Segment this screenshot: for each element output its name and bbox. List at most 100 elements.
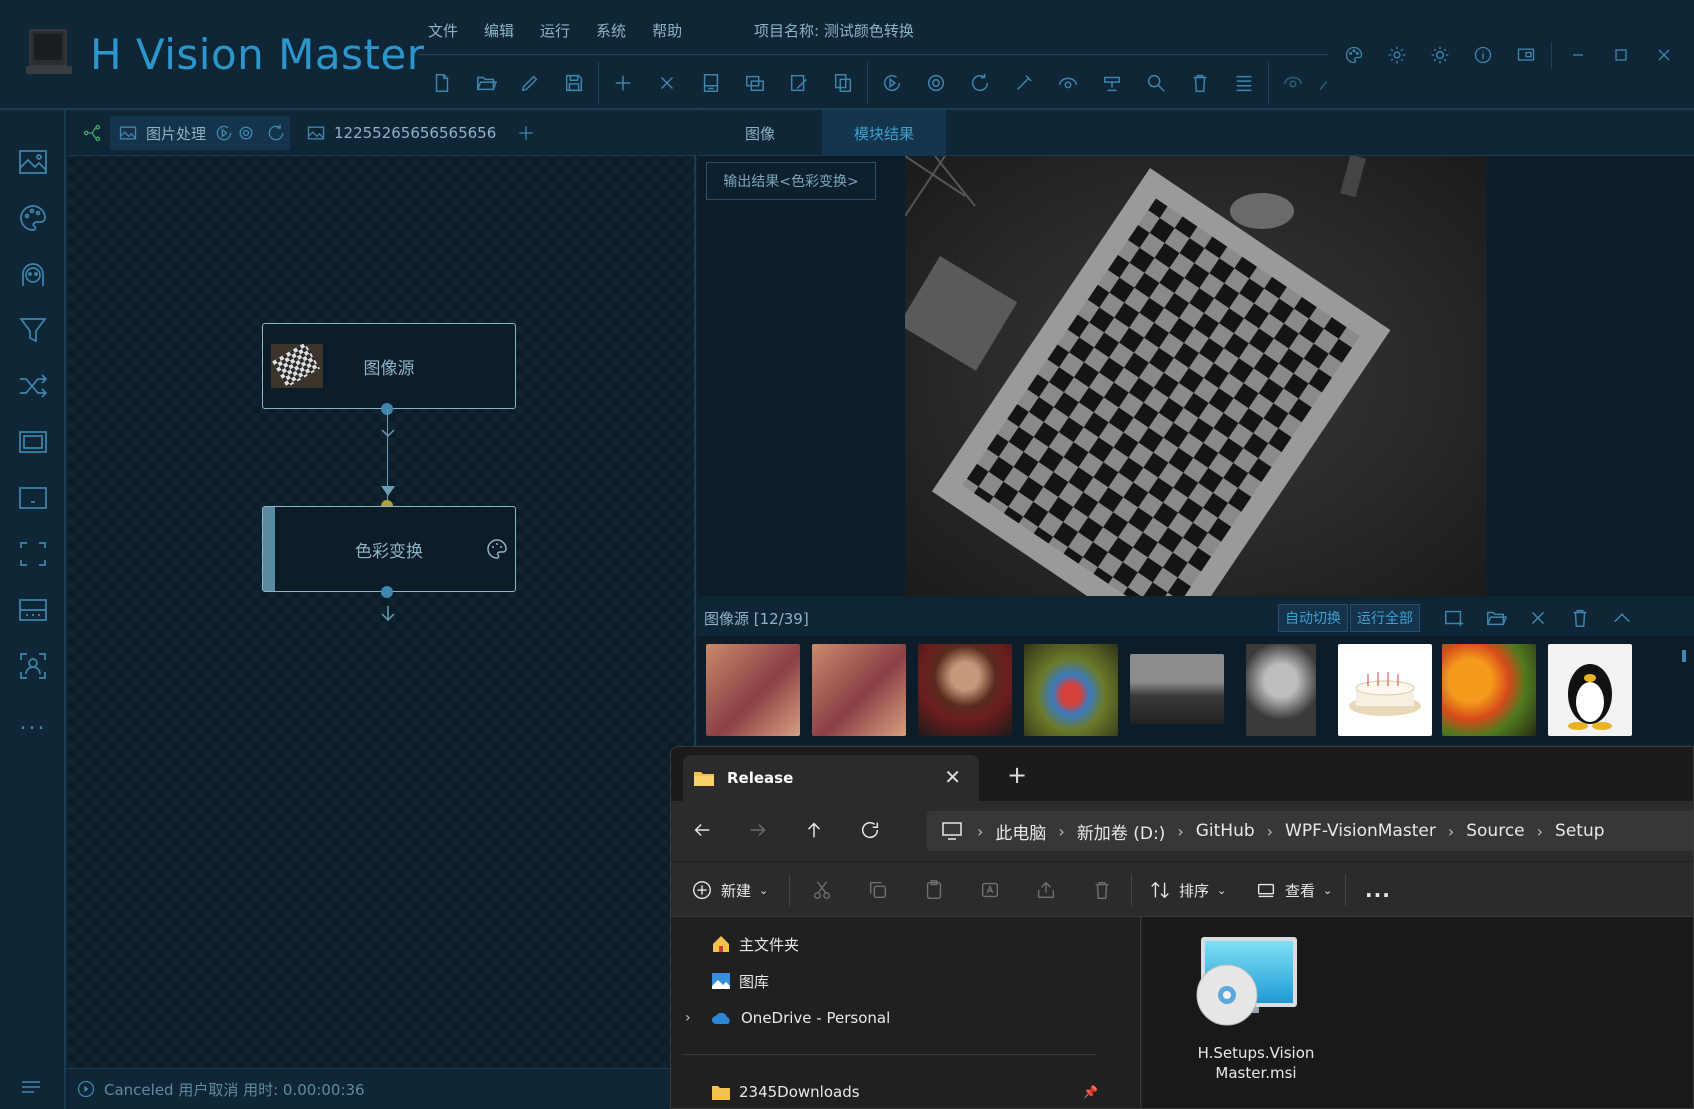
run-once-icon[interactable] — [870, 66, 914, 100]
more-options-button[interactable]: ... — [1365, 874, 1391, 906]
list-icon[interactable] — [1222, 66, 1266, 100]
shuffle-icon[interactable] — [13, 366, 53, 406]
close-icon[interactable] — [1642, 38, 1685, 72]
frame-icon[interactable] — [13, 422, 53, 462]
breadcrumb-item[interactable]: Source — [1454, 821, 1536, 841]
tab-image[interactable]: 图像 — [698, 110, 822, 156]
record-icon[interactable] — [914, 66, 958, 100]
edit-icon[interactable] — [508, 66, 552, 100]
tool-icon[interactable] — [1002, 66, 1046, 100]
collapse-icon[interactable] — [1608, 604, 1636, 632]
breadcrumb-item[interactable]: Setup — [1543, 821, 1616, 841]
thumbnail-scrollbar[interactable] — [1682, 644, 1688, 736]
image-icon[interactable] — [13, 142, 53, 182]
new-tab-icon[interactable]: + — [1007, 761, 1027, 789]
maximize-icon[interactable] — [1599, 38, 1642, 72]
close-icon[interactable] — [1524, 604, 1552, 632]
module-icon[interactable] — [689, 66, 733, 100]
edit-module-icon[interactable] — [777, 66, 821, 100]
view-icon[interactable] — [1046, 66, 1090, 100]
thumbnail-dog[interactable] — [1246, 644, 1316, 736]
palette-icon[interactable] — [13, 198, 53, 238]
auto-switch-button[interactable]: 自动切换 — [1278, 604, 1348, 632]
thumbnail-landscape[interactable] — [1130, 654, 1224, 724]
loop-icon[interactable] — [258, 116, 294, 150]
flow-overview-icon[interactable] — [74, 116, 110, 150]
more-icon[interactable]: ... — [13, 702, 53, 742]
thumbnail-lena-2[interactable] — [812, 644, 906, 736]
thumbnail-lena-1[interactable] — [706, 644, 800, 736]
copy-icon[interactable] — [821, 66, 865, 100]
nav-item-downloads[interactable]: 2345Downloads — [711, 1077, 860, 1107]
copy-icon[interactable] — [867, 874, 889, 906]
thumbnail-woman-portrait[interactable] — [918, 644, 1012, 736]
close-tab-icon[interactable]: ✕ — [944, 765, 961, 789]
forward-icon[interactable] — [743, 815, 773, 845]
back-icon[interactable] — [687, 815, 717, 845]
new-file-icon[interactable] — [420, 66, 464, 100]
paste-icon[interactable] — [923, 874, 945, 906]
nav-item-home[interactable]: 主文件夹 — [711, 929, 799, 959]
cut-icon[interactable] — [811, 874, 833, 906]
node-color-transform[interactable]: 色彩变换 — [262, 506, 516, 592]
menu-run[interactable]: 运行 — [540, 20, 570, 42]
grid-icon[interactable] — [13, 590, 53, 630]
person-scan-icon[interactable] — [13, 646, 53, 686]
filter-icon[interactable] — [13, 310, 53, 350]
new-button[interactable]: 新建 ⌄ — [691, 874, 768, 906]
delete-icon[interactable] — [645, 66, 689, 100]
thumbnail-mandrill[interactable] — [1024, 644, 1118, 736]
output-port[interactable] — [381, 586, 393, 598]
add-image-icon[interactable] — [1440, 604, 1468, 632]
trash-icon[interactable] — [1178, 66, 1222, 100]
palette-icon[interactable] — [1332, 38, 1375, 72]
file-item-msi[interactable]: H.Setups.Vision Master.msi — [1171, 933, 1321, 1083]
breadcrumb[interactable]: › 此电脑 › 新加卷 (D:) › GitHub › WPF-VisionMa… — [927, 811, 1693, 851]
minimize-icon[interactable] — [1556, 38, 1599, 72]
panel-icon[interactable] — [13, 478, 53, 518]
open-folder-icon[interactable] — [1482, 604, 1510, 632]
face-icon[interactable] — [13, 254, 53, 294]
breadcrumb-item[interactable]: 新加卷 (D:) — [1065, 819, 1178, 844]
node-image-source[interactable]: 图像源 — [262, 323, 516, 409]
menu-system[interactable]: 系统 — [596, 20, 626, 42]
eye-icon[interactable] — [1271, 66, 1315, 100]
loop-icon[interactable] — [958, 66, 1002, 100]
breadcrumb-item[interactable]: GitHub — [1184, 821, 1267, 841]
info-icon[interactable] — [1461, 38, 1504, 72]
refresh-icon[interactable] — [855, 815, 885, 845]
gear-icon[interactable] — [1375, 38, 1418, 72]
search-icon[interactable] — [1134, 66, 1178, 100]
settings-module-icon[interactable] — [1090, 66, 1134, 100]
breadcrumb-item[interactable]: 此电脑 — [983, 819, 1058, 844]
thumbnail-fruits[interactable] — [1442, 644, 1536, 736]
display-icon[interactable] — [1504, 38, 1547, 72]
breadcrumb-item[interactable]: WPF-VisionMaster — [1273, 821, 1448, 841]
tab-module-result[interactable]: 模块结果 — [822, 110, 946, 156]
pin-icon[interactable]: 📌 — [1083, 1085, 1098, 1099]
sort-button[interactable]: 排序 ⌄ — [1149, 874, 1226, 906]
rename-icon[interactable] — [979, 874, 1001, 906]
menu-file[interactable]: 文件 — [428, 20, 458, 42]
menu-icon[interactable] — [20, 1076, 42, 1098]
theme-icon[interactable] — [1418, 38, 1461, 72]
add-tab-icon[interactable] — [508, 116, 544, 150]
explorer-tab-release[interactable]: Release ✕ — [683, 755, 979, 801]
delete-icon[interactable] — [1091, 874, 1113, 906]
output-result-button[interactable]: 输出结果<色彩变换> — [706, 162, 876, 200]
view-button[interactable]: 查看 ⌄ — [1255, 874, 1332, 906]
menu-help[interactable]: 帮助 — [652, 20, 682, 42]
nav-item-gallery[interactable]: 图库 — [711, 966, 769, 996]
window-icon[interactable] — [733, 66, 777, 100]
add-icon[interactable] — [601, 66, 645, 100]
thumbnail-cake[interactable] — [1338, 644, 1432, 736]
run-all-button[interactable]: 运行全部 — [1350, 604, 1420, 632]
fullscreen-icon[interactable] — [13, 534, 53, 574]
thumbnail-penguin[interactable] — [1548, 644, 1632, 736]
tab-second-flow[interactable]: 12255265656565656 — [298, 116, 504, 150]
menu-edit[interactable]: 编辑 — [484, 20, 514, 42]
trash-icon[interactable] — [1566, 604, 1594, 632]
open-folder-icon[interactable] — [464, 66, 508, 100]
nav-item-onedrive[interactable]: › OneDrive - Personal — [685, 1003, 890, 1033]
up-icon[interactable] — [799, 815, 829, 845]
